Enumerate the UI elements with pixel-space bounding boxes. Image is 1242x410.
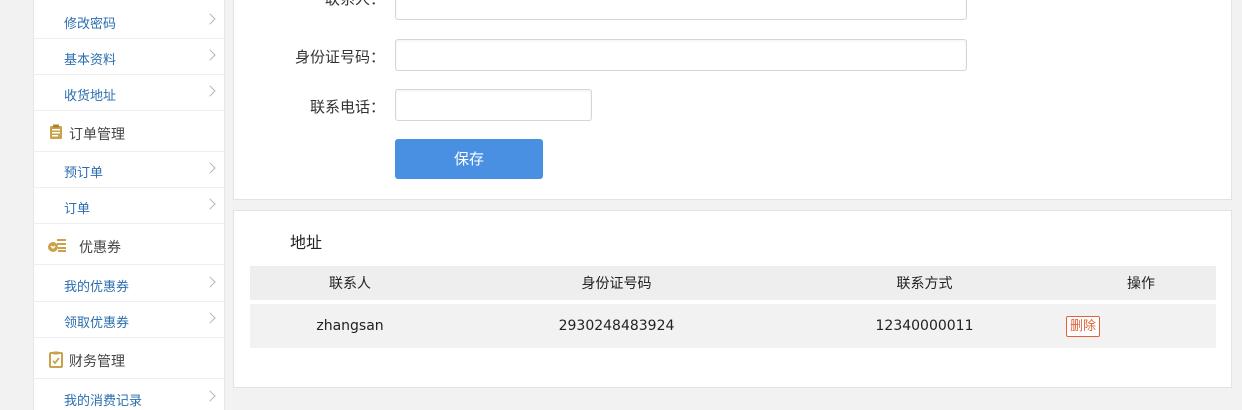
chevron-right-icon [204, 13, 216, 25]
chevron-right-icon [204, 198, 216, 210]
delete-button[interactable]: 删除 [1066, 316, 1101, 337]
sidebar-item-basic-info[interactable]: 基本资料 [34, 39, 224, 75]
sidebar-group-order-management: 订单管理 [34, 111, 224, 152]
section-title: 地址 [290, 233, 323, 252]
id-number-field[interactable] [395, 39, 967, 71]
chevron-right-icon [204, 276, 216, 288]
address-table: 联系人 身份证号码 联系方式 操作 zhangsan 2930248483924… [250, 266, 1216, 348]
sidebar-group-title: 优惠券 [79, 240, 121, 256]
finance-icon [49, 351, 63, 372]
contact-field[interactable] [395, 0, 967, 20]
contact-cell: zhangsan [316, 318, 384, 334]
sidebar-group-title: 订单管理 [69, 127, 125, 143]
chevron-right-icon [204, 85, 216, 97]
sidebar-item-label: 收货地址 [64, 89, 117, 104]
phone-cell: 12340000011 [875, 318, 974, 334]
contact-label: 联系人： [235, 0, 385, 9]
phone-label: 联系电话： [309, 98, 385, 116]
profile-form-panel: 联系人： 身份证号码： 联系电话： 保存 [233, 0, 1232, 200]
id-number-cell: 2930248483924 [558, 318, 675, 334]
sidebar-item-label: 预订单 [64, 166, 104, 181]
sidebar-item-pre-orders[interactable]: 预订单 [34, 152, 224, 188]
sidebar-item-get-coupons[interactable]: 领取优惠券 [34, 302, 224, 338]
column-header: 身份证号码 [581, 276, 652, 292]
sidebar-item-change-password[interactable]: 修改密码 [34, 3, 224, 39]
sidebar-item-label: 我的优惠券 [64, 280, 130, 295]
column-header: 操作 [1127, 276, 1155, 292]
table-header: 联系人 身份证号码 联系方式 操作 [250, 266, 1216, 300]
sidebar-item-label: 领取优惠券 [64, 316, 130, 331]
sidebar-group-finance: 财务管理 [34, 338, 224, 379]
sidebar-item-label: 修改密码 [64, 17, 117, 32]
column-header: 联系人 [329, 276, 371, 292]
chevron-right-icon [204, 162, 216, 174]
save-button[interactable]: 保存 [395, 139, 543, 179]
column-header: 联系方式 [896, 276, 953, 292]
table-row: zhangsan 2930248483924 12340000011 删除 [250, 304, 1216, 348]
chevron-right-icon [204, 312, 216, 324]
phone-field[interactable] [395, 89, 592, 121]
clipboard-icon [49, 124, 63, 144]
sidebar-item-shipping-address[interactable]: 收货地址 [34, 75, 224, 111]
chevron-right-icon [204, 49, 216, 61]
sidebar-item-orders[interactable]: 订单 [34, 188, 224, 224]
chevron-right-icon [204, 390, 216, 402]
sidebar-item-label: 基本资料 [64, 53, 117, 68]
id-number-label: 身份证号码： [294, 48, 385, 66]
sidebar-item-my-coupons[interactable]: 我的优惠券 [34, 266, 224, 302]
address-panel: 地址 联系人 身份证号码 联系方式 操作 zhangsan 2930248483… [233, 210, 1232, 388]
sidebar-group-coupons: 优惠券 [34, 224, 224, 265]
sidebar: 修改密码 基本资料 收货地址 订单管理 预订单 订单 优惠券 我的优惠券 领取优… [33, 0, 225, 410]
sidebar-item-label: 我的消费记录 [64, 394, 143, 409]
coupon-icon [47, 237, 67, 257]
sidebar-group-title: 财务管理 [69, 354, 125, 370]
sidebar-item-consumption-records[interactable]: 我的消费记录 [34, 380, 224, 410]
sidebar-item-label: 订单 [64, 202, 91, 217]
